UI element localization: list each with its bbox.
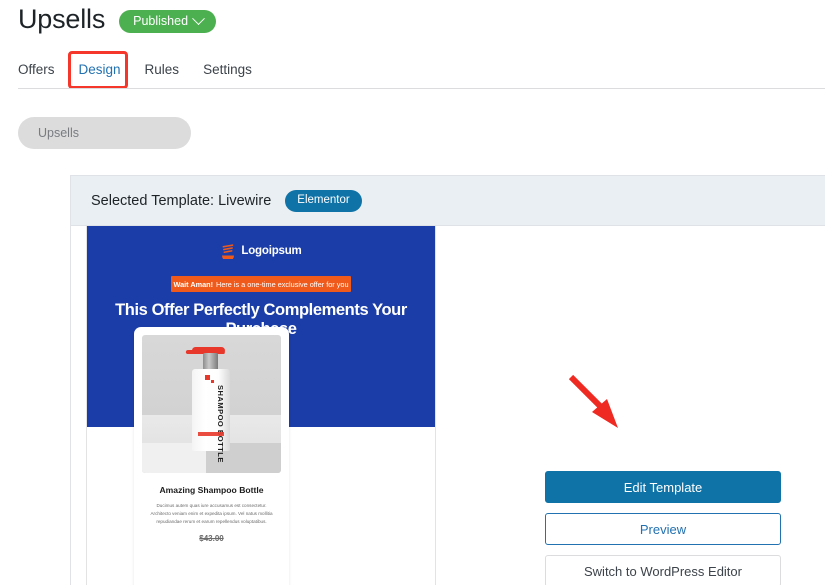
tab-bar-divider bbox=[18, 88, 825, 89]
bottle-label-stripe bbox=[198, 432, 224, 436]
upsells-design-page: Upsells Published Offers Design Rules Se… bbox=[0, 0, 825, 585]
brand-logo: Logoipsum bbox=[87, 238, 435, 264]
offer-urgency-bold: Wait Aman! bbox=[173, 279, 214, 289]
tab-bar: Offers Design Rules Settings bbox=[18, 56, 264, 85]
template-actions: Edit Template Preview Switch to WordPres… bbox=[545, 471, 781, 585]
bottle-label-text: SHAMPOO BOTTLE bbox=[216, 385, 225, 463]
page-header: Upsells Published bbox=[18, 2, 217, 36]
preview-button[interactable]: Preview bbox=[545, 513, 781, 545]
preview-column-right-divider bbox=[435, 226, 436, 585]
template-preview[interactable]: Logoipsum Wait Aman! Here is a one-time … bbox=[87, 226, 435, 585]
breadcrumb-label: Upsells bbox=[38, 126, 79, 140]
tab-design[interactable]: Design bbox=[67, 56, 133, 85]
brand-logo-text: Logoipsum bbox=[241, 245, 302, 257]
edit-template-button[interactable]: Edit Template bbox=[545, 471, 781, 503]
product-title: Amazing Shampoo Bottle bbox=[159, 485, 264, 495]
template-card: Selected Template: Livewire Elementor Lo… bbox=[70, 175, 825, 585]
breadcrumb-chip-upsells[interactable]: Upsells bbox=[18, 117, 191, 149]
chevron-down-icon bbox=[192, 11, 205, 25]
product-price: $43.00 bbox=[199, 534, 224, 543]
offer-urgency-text: Here is a one-time exclusive offer for y… bbox=[216, 279, 349, 289]
selected-template-label: Selected Template: Livewire bbox=[91, 192, 272, 209]
tab-rules[interactable]: Rules bbox=[133, 56, 192, 85]
shampoo-bottle-photo: SHAMPOO BOTTLE bbox=[142, 335, 281, 473]
builder-tag-elementor[interactable]: Elementor bbox=[285, 189, 362, 212]
bottle-accent-dot-small bbox=[211, 380, 214, 383]
switch-to-wordpress-editor-button[interactable]: Switch to WordPress Editor bbox=[545, 555, 781, 585]
logoipsum-sunburst-icon bbox=[220, 243, 236, 262]
status-badge-label: Published bbox=[133, 14, 189, 28]
tab-settings[interactable]: Settings bbox=[191, 56, 264, 85]
status-badge-published[interactable]: Published bbox=[119, 10, 217, 33]
offer-urgency-bar: Wait Aman! Here is a one-time exclusive … bbox=[171, 276, 351, 292]
tab-offers[interactable]: Offers bbox=[18, 56, 67, 85]
product-description: Ducimus autem quas iure accusamus est co… bbox=[150, 503, 273, 524]
template-card-body: Logoipsum Wait Aman! Here is a one-time … bbox=[71, 226, 825, 585]
page-title: Upsells bbox=[18, 4, 106, 34]
template-card-header: Selected Template: Livewire Elementor bbox=[71, 176, 825, 226]
product-card: SHAMPOO BOTTLE Amazing Shampoo Bottle Du… bbox=[134, 327, 289, 585]
bottle-accent-dot bbox=[205, 375, 210, 380]
